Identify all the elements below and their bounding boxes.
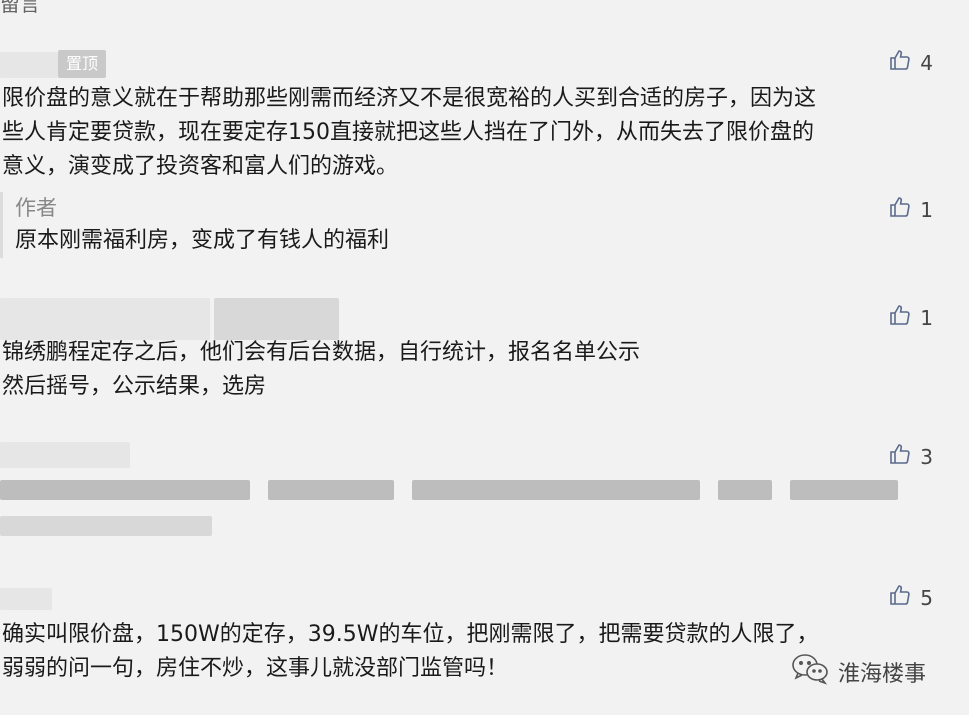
- watermark-text: 淮海楼事: [838, 662, 927, 687]
- reply-like-button[interactable]: 1: [888, 195, 933, 224]
- thumbs-up-icon: [888, 442, 912, 471]
- thumbs-up-icon: [888, 303, 912, 332]
- avatar-nickname-blurred: [0, 298, 210, 340]
- like-button[interactable]: 1: [888, 303, 933, 332]
- source-watermark: 淮海楼事: [790, 652, 926, 692]
- comment-text-blurred: [412, 480, 700, 500]
- like-button[interactable]: 3: [888, 442, 933, 471]
- like-count: 1: [920, 197, 933, 222]
- like-button[interactable]: 4: [888, 48, 933, 77]
- comment-text-blurred: [718, 480, 772, 500]
- comment-text: 限价盘的意义就在于帮助那些刚需而经济又不是很宽裕的人买到合适的房子，因为这 些人…: [2, 86, 817, 179]
- like-count: 4: [920, 50, 933, 75]
- thumbs-up-icon: [888, 48, 912, 77]
- like-count: 5: [920, 585, 933, 610]
- thumbs-up-icon: [888, 583, 912, 612]
- author-reply-text: 原本刚需福利房，变成了有钱人的福利: [15, 228, 390, 253]
- nickname-blurred: [0, 442, 130, 468]
- avatar-nickname-blurred: [0, 52, 58, 78]
- comment-text-blurred: [268, 480, 394, 500]
- comment-text-blurred: [0, 516, 212, 536]
- nickname-blurred: [214, 298, 339, 340]
- author-tag: 作者: [15, 196, 57, 220]
- like-count: 3: [920, 444, 933, 469]
- comment-text-blurred: [0, 480, 250, 500]
- like-button[interactable]: 5: [888, 583, 933, 612]
- comment-text: 锦绣鹏程定存之后，他们会有后台数据，自行统计，报名名单公示 然后摇号，公示结果，…: [2, 340, 641, 399]
- thumbs-up-icon: [888, 195, 912, 224]
- wechat-icon: [790, 652, 830, 692]
- author-reply: 作者 原本刚需福利房，变成了有钱人的福利: [0, 192, 389, 258]
- like-count: 1: [920, 305, 933, 330]
- section-header-partial: 留言: [0, 0, 40, 16]
- comment-text-blurred: [790, 480, 898, 500]
- nickname-blurred: [0, 588, 52, 610]
- pinned-badge: 置顶: [58, 50, 107, 78]
